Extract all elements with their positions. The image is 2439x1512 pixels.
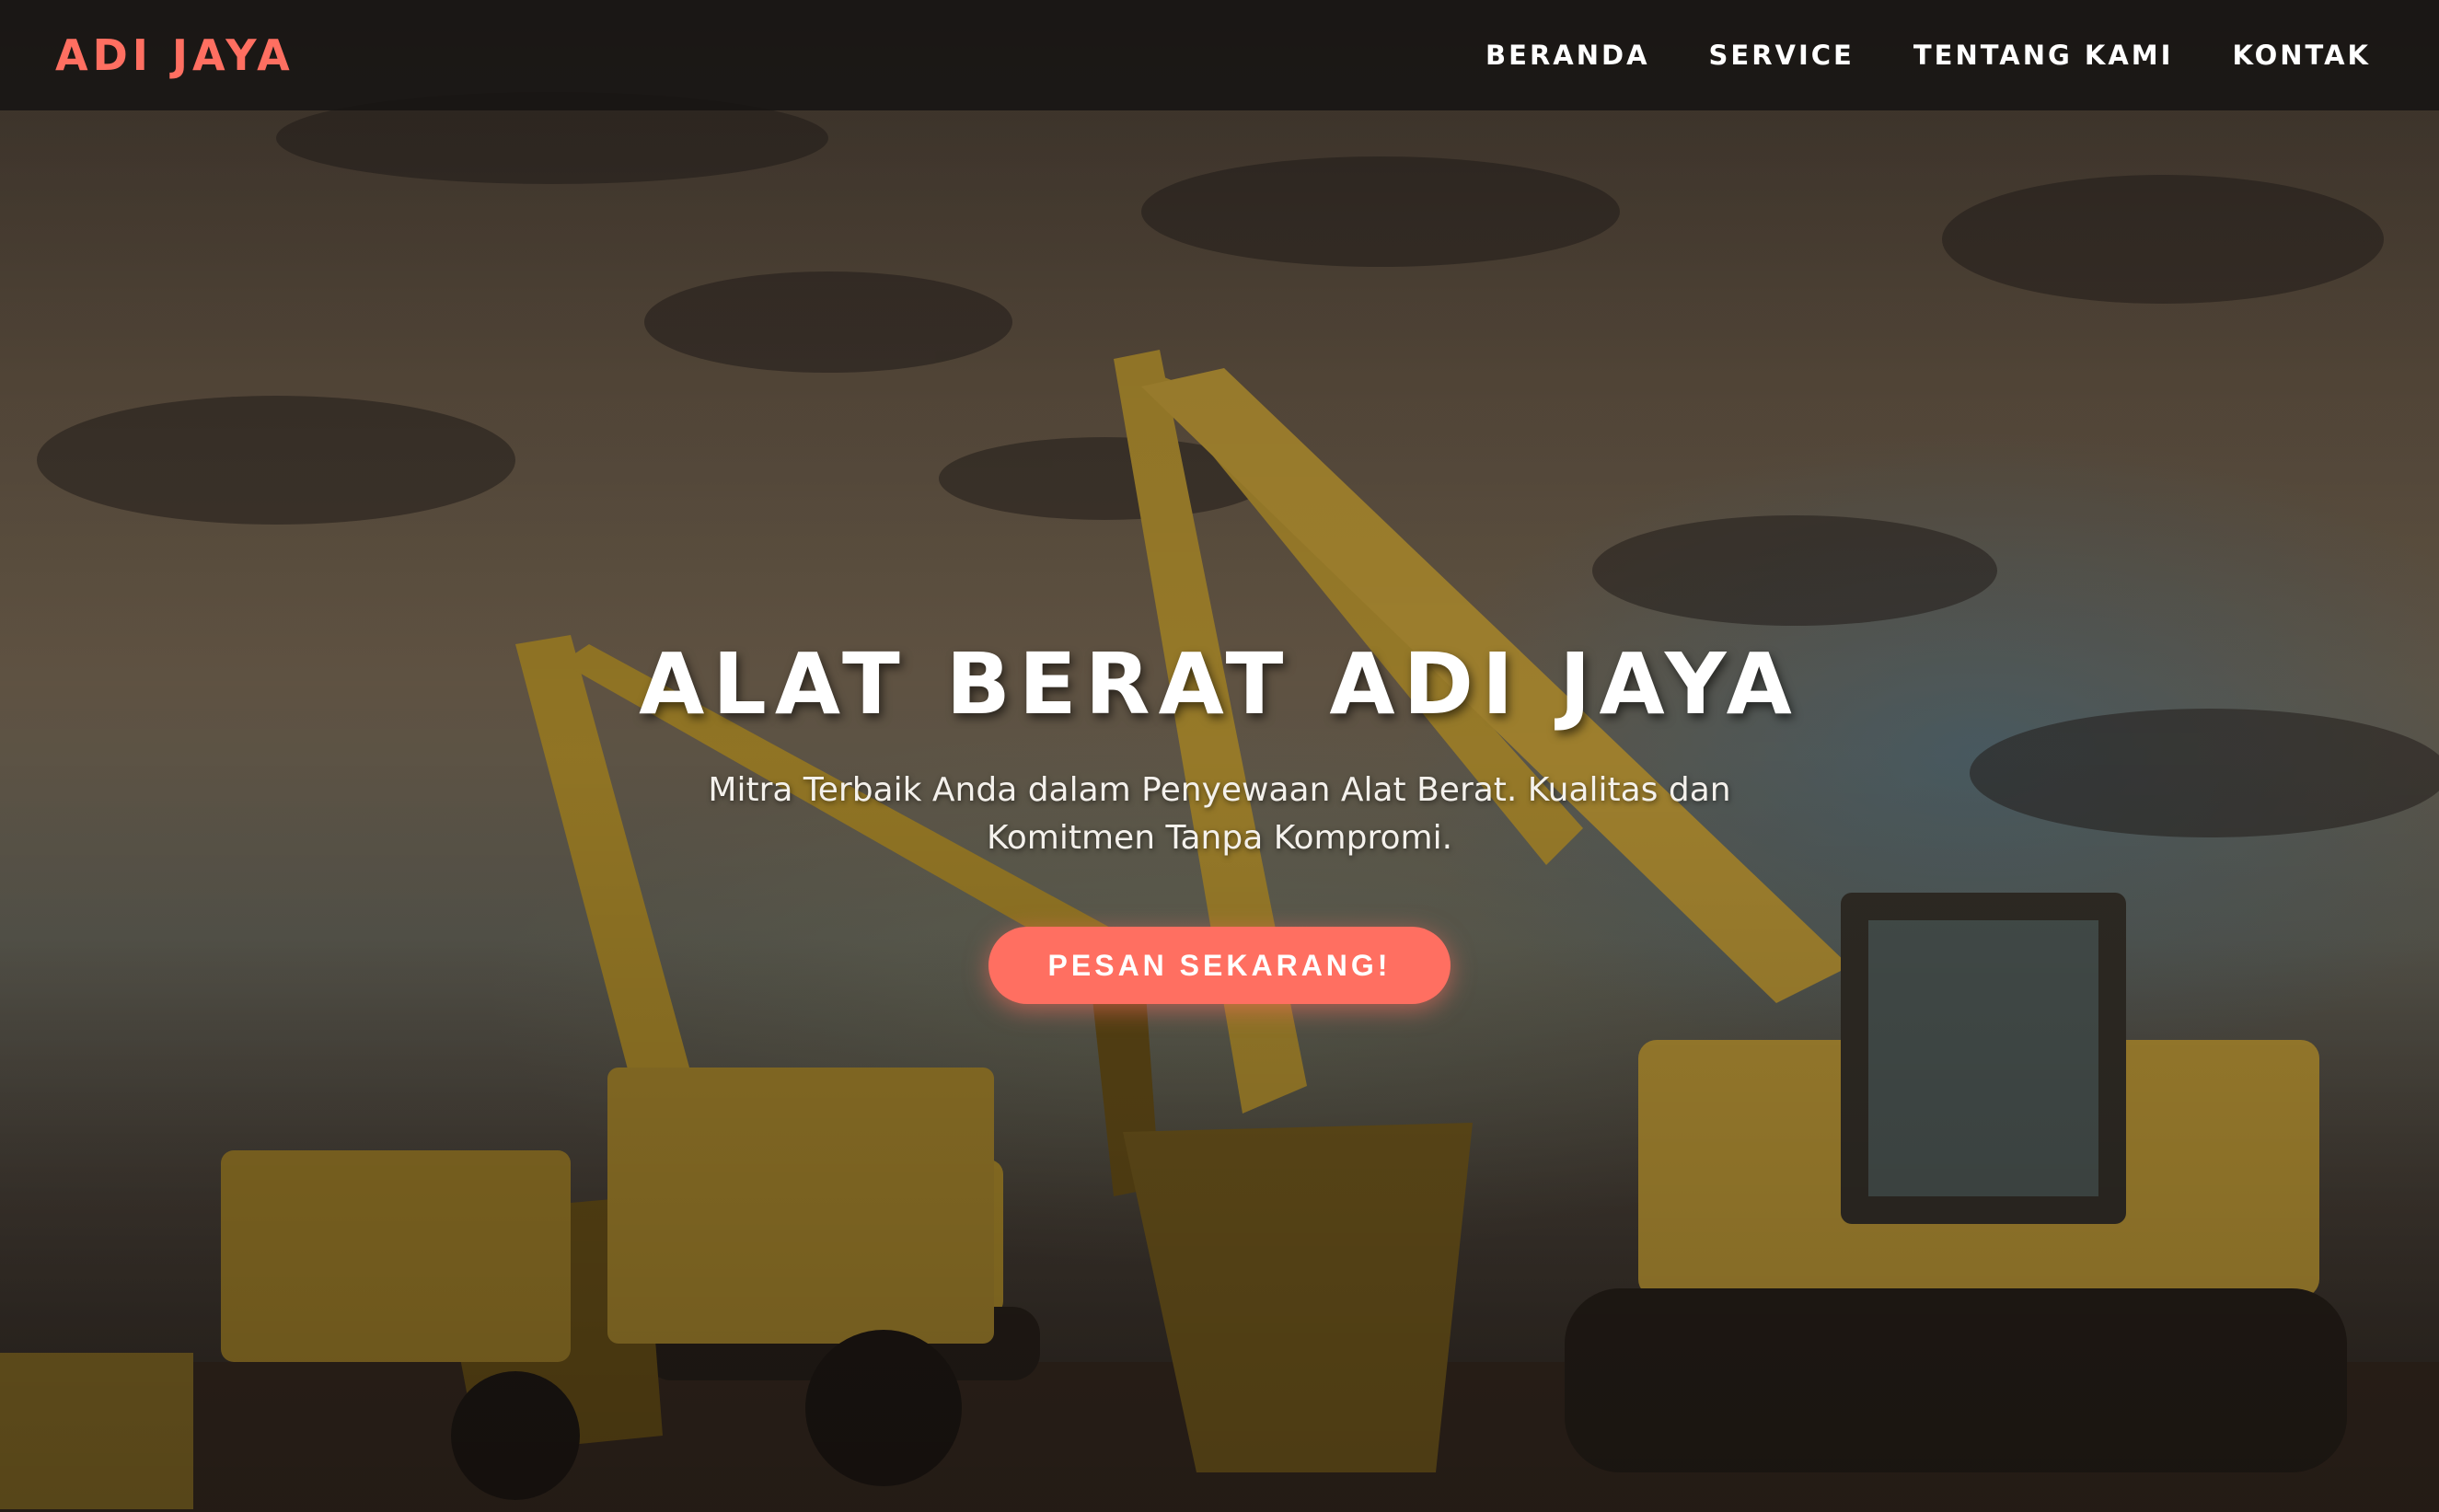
- nav-link-tentang-kami[interactable]: TENTANG KAMI: [1913, 40, 2174, 71]
- page: ADI JAYA BERANDA SERVICE TENTANG KAMI KO…: [0, 0, 2439, 1512]
- nav-link-service[interactable]: SERVICE: [1709, 40, 1855, 71]
- order-now-button[interactable]: PESAN SEKARANG!: [988, 927, 1451, 1004]
- nav-link-kontak[interactable]: KONTAK: [2232, 40, 2371, 71]
- navbar: ADI JAYA BERANDA SERVICE TENTANG KAMI KO…: [0, 0, 2439, 110]
- nav-menu: BERANDA SERVICE TENTANG KAMI KONTAK: [1485, 40, 2371, 71]
- hero-subtitle: Mitra Terbaik Anda dalam Penyewaan Alat …: [708, 771, 1731, 857]
- nav-link-beranda[interactable]: BERANDA: [1485, 40, 1649, 71]
- hero-title: ALAT BERAT ADI JAYA: [639, 635, 1800, 733]
- brand-logo[interactable]: ADI JAYA: [55, 30, 295, 80]
- hero-content: ALAT BERAT ADI JAYA Mitra Terbaik Anda d…: [0, 635, 2439, 1004]
